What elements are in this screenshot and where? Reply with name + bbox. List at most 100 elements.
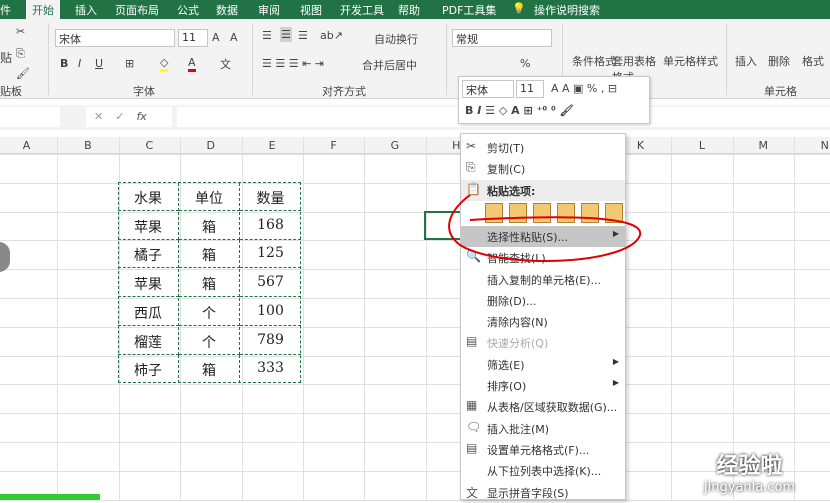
copy-icon[interactable]: ⎘	[16, 47, 25, 61]
fx-icon[interactable]: fx	[136, 110, 146, 123]
tab-insert[interactable]: 插入	[75, 2, 97, 18]
table-cell[interactable]: 箱	[179, 240, 240, 269]
align-bottom-icon[interactable]: ☰	[298, 29, 308, 42]
align-top-icon[interactable]: ☰	[262, 29, 272, 42]
menu-item-14[interactable]: ▤ 设置单元格格式(F)...	[461, 439, 625, 460]
mini-font-name[interactable]: 宋体	[462, 80, 514, 98]
column-header-D[interactable]: D	[180, 139, 241, 152]
tab-review[interactable]: 审阅	[258, 2, 280, 18]
table-cell[interactable]: 西瓜	[118, 297, 179, 326]
merge-center-button[interactable]: 合并后居中	[362, 57, 417, 73]
name-box[interactable]	[0, 107, 60, 127]
menu-item-15[interactable]: 从下拉列表中选择(K)...	[461, 460, 625, 481]
grow-font-icon[interactable]: A	[212, 31, 220, 44]
underline-button[interactable]: U	[95, 57, 103, 70]
table-cell[interactable]: 100	[240, 298, 301, 326]
delete-cells-button[interactable]: 删除	[768, 53, 790, 69]
cancel-icon[interactable]: ✕	[94, 110, 115, 123]
table-cell[interactable]: 333	[240, 355, 301, 383]
table-cell[interactable]: 个	[179, 297, 240, 326]
table-cell[interactable]: 苹果	[118, 269, 179, 298]
grid-line	[425, 137, 427, 500]
orientation-icon[interactable]: ab↗	[320, 29, 343, 42]
column-header-F[interactable]: F	[303, 139, 364, 152]
column-header-M[interactable]: M	[733, 139, 794, 152]
table-header-cell[interactable]: 单位	[179, 183, 240, 211]
table-cell[interactable]: 789	[240, 327, 301, 355]
border-icon[interactable]: ⊞	[125, 57, 134, 70]
menu-item-label: 设置单元格格式(F)...	[487, 443, 590, 457]
column-header-N[interactable]: N	[794, 139, 830, 152]
menu-item-12[interactable]: ▦ 从表格/区域获取数据(G)...	[461, 396, 625, 417]
menu-item-11[interactable]: 排序(O) ▶	[461, 375, 625, 396]
conditional-format-button[interactable]: 条件格式	[572, 53, 616, 69]
cell-styles-button[interactable]: 单元格样式	[663, 53, 718, 69]
italic-button[interactable]: I	[78, 57, 81, 70]
table-cell[interactable]: 箱	[179, 269, 240, 298]
column-header-G[interactable]: G	[364, 139, 425, 152]
tell-me-search[interactable]: 操作说明搜索	[534, 2, 600, 18]
wrap-text-button[interactable]: 自动换行	[374, 31, 418, 47]
column-header-B[interactable]: B	[57, 139, 118, 152]
shrink-font-icon[interactable]: A	[230, 31, 238, 44]
table-cell[interactable]: 168	[240, 212, 301, 240]
mini-format-icons[interactable]: A A ▣ % , ⊟	[551, 82, 617, 95]
table-cell[interactable]: 柿子	[118, 355, 179, 384]
tab-page-layout[interactable]: 页面布局	[115, 2, 159, 18]
table-cell[interactable]: 567	[240, 269, 301, 298]
enter-icon[interactable]: ✓	[115, 110, 136, 123]
menu-item-10[interactable]: 筛选(E) ▶	[461, 354, 625, 375]
menu-item-0[interactable]: ✂ 剪切(T)	[461, 137, 625, 158]
table-cell[interactable]: 125	[240, 240, 301, 269]
mini-font-size[interactable]: 11	[516, 80, 544, 98]
paste-button[interactable]: 贴	[0, 49, 12, 66]
tab-developer[interactable]: 开发工具	[340, 2, 384, 18]
table-cell[interactable]: 箱	[179, 355, 240, 384]
percent-button[interactable]: %	[520, 57, 530, 70]
table-cell[interactable]: 榴莲	[118, 326, 179, 355]
table-header-cell[interactable]: 水果	[118, 183, 179, 211]
menu-item-9[interactable]: ▤ 快速分析(Q)	[461, 332, 625, 353]
table-cell[interactable]: 橘子	[118, 240, 179, 269]
tab-data[interactable]: 数据	[216, 2, 238, 18]
format-painter-icon[interactable]: 🖌	[16, 67, 30, 80]
tab-help[interactable]: 帮助	[398, 2, 420, 18]
column-header-A[interactable]: A	[0, 139, 57, 152]
phonetic-icon[interactable]: 文	[220, 56, 231, 72]
scissors-icon: ✂	[466, 139, 477, 153]
side-handle[interactable]	[0, 242, 10, 272]
menu-item-1[interactable]: ⎘ 复制(C)	[461, 158, 625, 179]
table-icon: ▦	[466, 398, 478, 413]
column-header-E[interactable]: E	[242, 139, 303, 152]
bold-button[interactable]: B	[60, 57, 68, 70]
menu-item-16[interactable]: 文显示拼音字段(S)	[461, 482, 625, 503]
mini-bold-icon[interactable]: B I ☰ ◇ A ⊞ ⁺⁰ ⁰ 🖌	[465, 104, 574, 117]
cut-icon[interactable]: ✂	[16, 25, 25, 38]
table-cell[interactable]: 个	[179, 326, 240, 355]
fill-color-icon[interactable]: ◇	[160, 56, 169, 72]
table-cell[interactable]: 箱	[179, 211, 240, 240]
font-name-box[interactable]: 宋体	[55, 29, 175, 47]
column-header-C[interactable]: C	[119, 139, 180, 152]
ribbon-tabs: 件 开始 插入 页面布局 公式 数据 审阅 视图 开发工具 帮助 PDF工具集 …	[0, 0, 830, 19]
tab-file[interactable]: 件	[0, 2, 11, 18]
watermark: 经验啦 jingyanla.com	[704, 454, 796, 495]
grid-line	[57, 137, 59, 500]
column-header-L[interactable]: L	[671, 139, 732, 152]
menu-item-8[interactable]: 清除内容(N)	[461, 311, 625, 332]
format-cells-button[interactable]: 格式	[802, 53, 824, 69]
font-size-box[interactable]: 11	[178, 29, 208, 47]
number-format-box[interactable]: 常规	[452, 29, 552, 47]
table-cell[interactable]: 苹果	[118, 211, 179, 240]
tab-pdf[interactable]: PDF工具集	[442, 2, 496, 18]
tab-formulas[interactable]: 公式	[177, 2, 199, 18]
tab-view[interactable]: 视图	[300, 2, 322, 18]
table-header-cell[interactable]: 数量	[240, 183, 301, 211]
insert-cells-button[interactable]: 插入	[735, 53, 757, 69]
menu-item-7[interactable]: 删除(D)...	[461, 290, 625, 311]
tab-home[interactable]: 开始	[26, 0, 60, 19]
align-middle-icon[interactable]: ☰	[280, 27, 292, 42]
menu-item-13[interactable]: 🗨 插入批注(M)	[461, 418, 625, 439]
align-left-icon[interactable]: ☰ ☰ ☰ ⇤ ⇥	[262, 57, 324, 70]
font-color-icon[interactable]: A	[188, 56, 196, 72]
